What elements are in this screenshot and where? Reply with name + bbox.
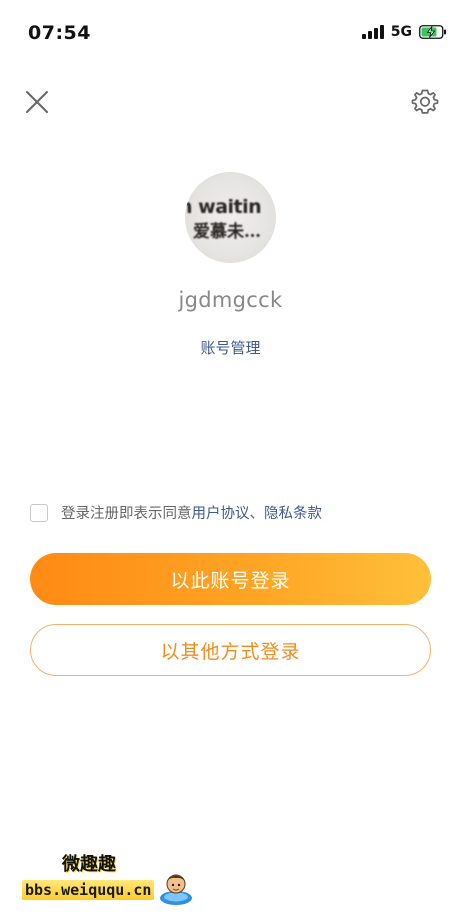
avatar-text-line1: n waitin: [185, 196, 262, 218]
agreement-prefix: 登录注册即表示同意: [61, 506, 192, 522]
settings-button[interactable]: [411, 88, 439, 116]
close-icon: [26, 91, 48, 113]
user-agreement-link[interactable]: 用户协议: [192, 502, 250, 523]
status-indicators: 5G: [361, 24, 447, 40]
avatar-text-line2: 爱慕未…: [193, 222, 261, 242]
login-screen: 07:54 5G n waitin 爱慕未… jgdmgcck 账号管理 登录注…: [0, 0, 461, 920]
watermark-url: bbs.weiququ.cn: [22, 880, 155, 900]
account-manage-link[interactable]: 账号管理: [0, 337, 461, 358]
agreement-row: 登录注册即表示同意 用户协议 、 隐私条款: [30, 502, 322, 523]
battery-charging-icon: [419, 25, 446, 39]
close-button[interactable]: [24, 89, 50, 115]
gear-icon: [411, 89, 439, 114]
status-time: 07:54: [28, 22, 91, 44]
agreement-checkbox[interactable]: [30, 503, 48, 522]
privacy-policy-link[interactable]: 隐私条款: [264, 502, 322, 523]
avatar: n waitin 爱慕未…: [185, 172, 276, 263]
login-this-account-button[interactable]: 以此账号登录: [30, 553, 431, 605]
login-other-method-button[interactable]: 以其他方式登录: [30, 624, 431, 676]
signal-icon: [361, 25, 384, 39]
username: jgdmgcck: [178, 288, 283, 312]
mascot-icon: [160, 874, 192, 905]
network-type: 5G: [390, 24, 412, 40]
watermark: 微趣趣 bbs.weiququ.cn: [22, 850, 212, 908]
agreement-separator: 、: [249, 506, 265, 522]
status-bar: 07:54 5G: [0, 0, 461, 64]
watermark-title: 微趣趣: [62, 854, 116, 875]
